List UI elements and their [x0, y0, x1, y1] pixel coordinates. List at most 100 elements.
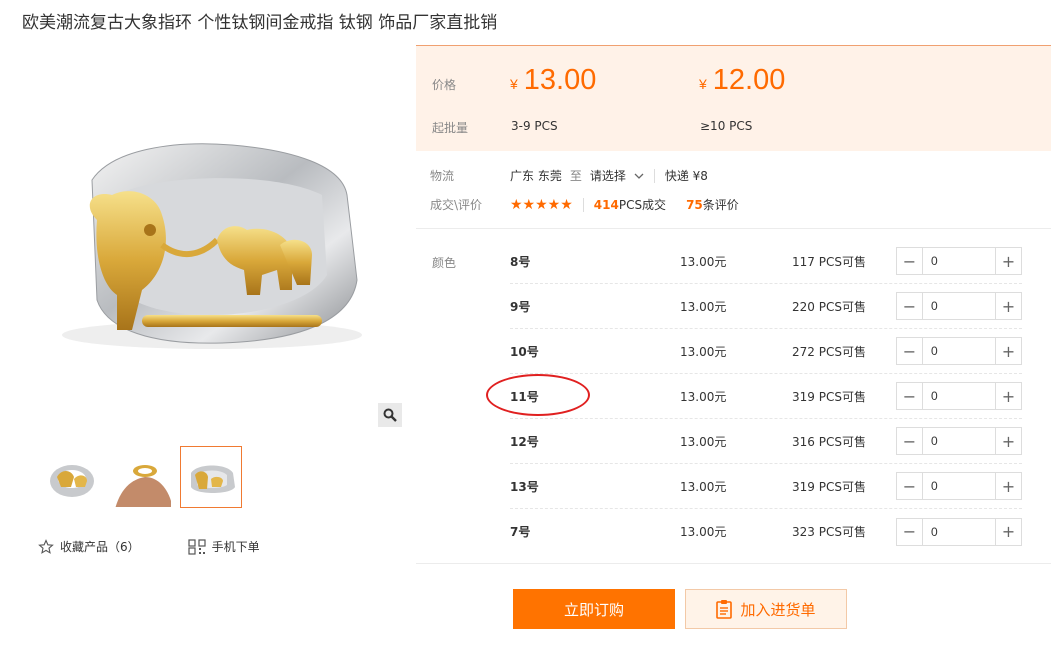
magnifier-icon	[383, 408, 397, 422]
main-product-image[interactable]	[22, 45, 402, 425]
chevron-down-icon	[634, 173, 644, 179]
tier-2-qty: ≥10 PCS	[700, 119, 753, 133]
clipboard-icon	[716, 600, 733, 619]
decrement-button[interactable]: −	[897, 518, 923, 545]
divider	[416, 228, 1051, 229]
quantity-stepper: − +	[896, 517, 1022, 546]
ship-from: 广东 东莞	[510, 169, 562, 183]
sku-row: 12号 13.00元 316 PCS可售 − +	[510, 419, 1022, 464]
sku-row: 11号 13.00元 319 PCS可售 − +	[510, 374, 1022, 419]
destination-select-label: 请选择	[589, 169, 626, 183]
sku-stock: 323 PCS可售	[792, 525, 866, 539]
quantity-stepper: − +	[896, 247, 1022, 275]
quantity-input[interactable]	[923, 383, 995, 409]
qr-code-icon	[188, 538, 206, 555]
rating-row: 成交\评价 ★★★★★ 414 PCS成交 75条评价	[430, 196, 739, 213]
currency-symbol: ¥	[699, 76, 707, 92]
deals-text: PCS成交	[618, 198, 667, 212]
sku-price: 13.00元	[680, 344, 727, 359]
sku-stock: 220 PCS可售	[792, 299, 866, 314]
sku-stock: 316 PCS可售	[792, 434, 866, 449]
sku-price: 13.00元	[680, 525, 727, 539]
quantity-stepper: − +	[896, 292, 1022, 320]
tier-2-price: ¥12.00	[699, 64, 785, 97]
quantity-input[interactable]	[923, 338, 995, 364]
separator	[582, 197, 584, 212]
increment-button[interactable]: +	[995, 518, 1021, 545]
sku-stock: 319 PCS可售	[792, 479, 866, 494]
quantity-input[interactable]	[923, 428, 995, 454]
thumbnail-1[interactable]	[40, 446, 102, 508]
increment-button[interactable]: +	[995, 338, 1021, 364]
sku-row: 7号 13.00元 323 PCS可售 − +	[510, 509, 1022, 554]
increment-button[interactable]: +	[995, 293, 1021, 319]
sku-name: 8号	[510, 254, 531, 269]
buy-now-button[interactable]: 立即订购	[513, 589, 675, 629]
sku-row: 10号 13.00元 272 PCS可售 − +	[510, 329, 1022, 374]
decrement-button[interactable]: −	[897, 293, 923, 319]
sku-table: 8号 13.00元 117 PCS可售 − + 9号 13.00元 220 PC…	[510, 239, 1022, 554]
mobile-order-label: 手机下单	[211, 540, 260, 554]
sku-name: 10号	[510, 344, 539, 359]
deals-count: 414	[593, 197, 619, 212]
separator	[653, 168, 655, 183]
rating-stars: ★★★★★	[510, 196, 573, 213]
tier-2-price-value: 12.00	[712, 64, 786, 96]
sku-name: 12号	[510, 434, 539, 449]
sku-name: 13号	[510, 479, 539, 494]
decrement-button[interactable]: −	[897, 248, 923, 274]
rating-label: 成交\评价	[430, 198, 483, 212]
sku-stock: 272 PCS可售	[792, 344, 866, 359]
sku-price: 13.00元	[680, 479, 727, 494]
quantity-stepper: − +	[896, 337, 1022, 365]
thumbnail-3[interactable]	[180, 446, 242, 508]
product-title: 欧美潮流复古大象指环 个性钛钢间金戒指 钛钢 饰品厂家直批销	[22, 13, 498, 33]
to-word: 至	[569, 169, 582, 183]
decrement-button[interactable]: −	[897, 338, 923, 364]
reviews-text: 条评价	[702, 198, 739, 212]
quantity-input[interactable]	[923, 473, 995, 499]
quantity-input[interactable]	[923, 248, 995, 274]
sku-price: 13.00元	[680, 254, 727, 269]
star-outline-icon	[38, 538, 54, 554]
favorite-label: 收藏产品（6）	[60, 540, 140, 554]
increment-button[interactable]: +	[995, 473, 1021, 499]
reviews-link[interactable]: 75条评价	[686, 196, 739, 213]
decrement-button[interactable]: −	[897, 383, 923, 409]
zoom-button[interactable]	[378, 403, 402, 427]
add-to-cart-label: 加入进货单	[740, 600, 816, 619]
tier-1-price-value: 13.00	[523, 64, 597, 96]
quantity-input[interactable]	[923, 293, 995, 319]
divider	[416, 563, 1051, 564]
express-fee: 快递 ¥8	[664, 169, 708, 183]
sku-stock: 319 PCS可售	[792, 389, 866, 404]
moq-label: 起批量	[432, 121, 469, 135]
sku-row: 8号 13.00元 117 PCS可售 − +	[510, 239, 1022, 284]
price-label: 价格	[432, 78, 457, 92]
favorite-button[interactable]: 收藏产品（6）	[38, 538, 140, 555]
sku-row: 13号 13.00元 319 PCS可售 − +	[510, 464, 1022, 509]
logistics-label: 物流	[430, 169, 455, 183]
quantity-stepper: − +	[896, 427, 1022, 455]
tier-1-price: ¥13.00	[510, 64, 596, 97]
reviews-count: 75	[686, 198, 703, 212]
currency-symbol: ¥	[510, 76, 518, 92]
mobile-order-button[interactable]: 手机下单	[188, 538, 260, 555]
sku-row: 9号 13.00元 220 PCS可售 − +	[510, 284, 1022, 329]
decrement-button[interactable]: −	[897, 428, 923, 454]
sku-name: 11号	[510, 389, 539, 404]
sku-name: 7号	[510, 525, 531, 539]
sku-price: 13.00元	[680, 434, 727, 449]
destination-select[interactable]: 请选择	[590, 167, 644, 184]
sku-name: 9号	[510, 299, 531, 314]
increment-button[interactable]: +	[995, 248, 1021, 274]
decrement-button[interactable]: −	[897, 473, 923, 499]
quantity-input[interactable]	[923, 518, 995, 545]
increment-button[interactable]: +	[995, 383, 1021, 409]
add-to-cart-button[interactable]: 加入进货单	[685, 589, 847, 629]
thumbnail-2[interactable]	[110, 446, 172, 508]
quantity-stepper: − +	[896, 472, 1022, 500]
color-label: 颜色	[432, 256, 457, 270]
increment-button[interactable]: +	[995, 428, 1021, 454]
price-panel: 价格 起批量 ¥13.00 3-9 PCS ¥12.00 ≥10 PCS	[416, 45, 1051, 151]
